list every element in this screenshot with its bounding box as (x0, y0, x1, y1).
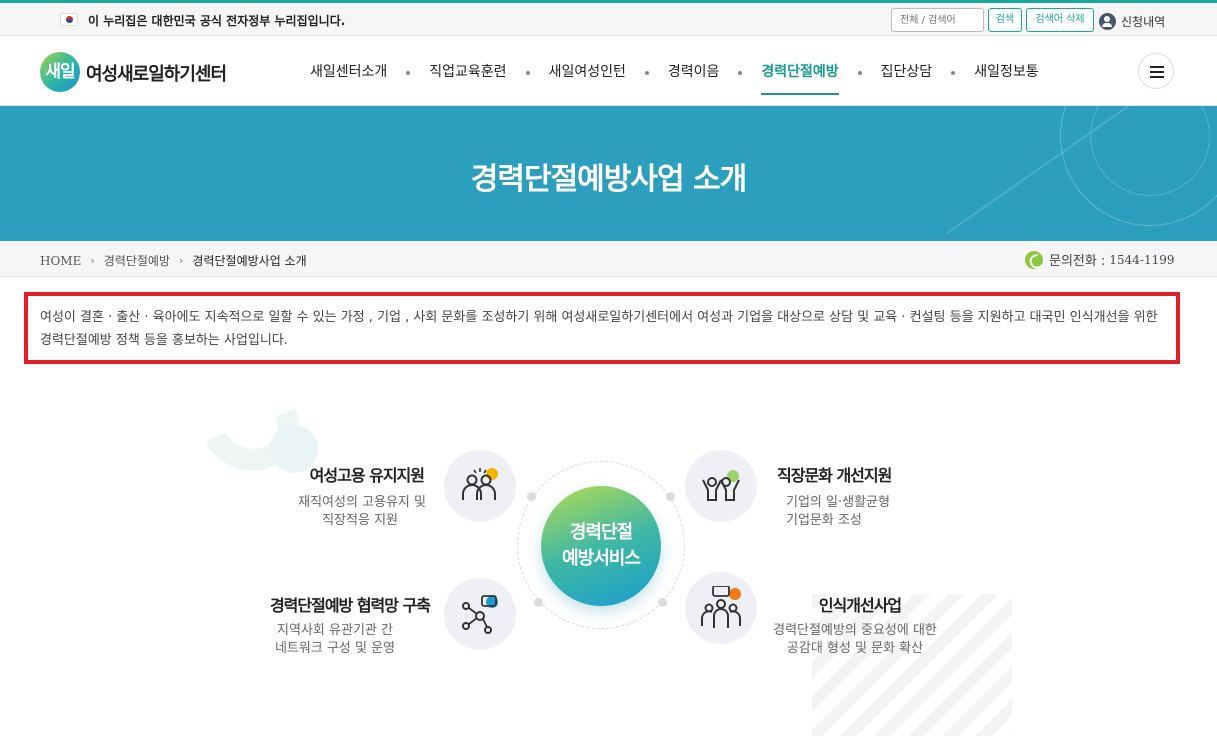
nav-item-vocational-training[interactable]: 직업교육훈련 (429, 61, 506, 81)
employment-support-icon (444, 450, 516, 522)
nav-separator (406, 71, 411, 75)
center-service-circle: 경력단절 예방서비스 (541, 486, 661, 606)
service-desc: 지역사회 유관기관 간 네트워크 구성 및 운영 (255, 622, 415, 658)
service-desc: 경력단절예방의 중요성에 대한 공감대 형성 및 문화 확산 (750, 622, 960, 658)
service-desc-line: 경력단절예방의 중요성에 대한 (773, 623, 937, 638)
workplace-culture-icon (685, 450, 757, 522)
center-line2: 예방서비스 (562, 548, 641, 569)
nav-item-center-intro[interactable]: 새일센터소개 (310, 61, 387, 81)
intro-description: 여성이 결혼 · 출산 · 육아에도 지속적으로 일할 수 있는 가정 , 기업… (24, 292, 1180, 364)
nav-separator (738, 71, 743, 75)
nav-item-career-break-prevention[interactable]: 경력단절예방 (761, 61, 839, 95)
korea-flag-icon (60, 13, 78, 26)
hamburger-icon-bar (1150, 76, 1164, 78)
service-title: 인식개선사업 (818, 596, 902, 615)
chevron-right-icon: › (90, 254, 95, 267)
ring-dot (666, 492, 675, 501)
application-history-label: 신청내역 (1121, 14, 1166, 29)
main-nav: 새일센터소개 직업교육훈련 새일여성인턴 경력이음 경력단절예방 집단상담 새일… (310, 36, 1039, 106)
contact-phone: 문의전화 : 1544-1199 (1025, 250, 1175, 269)
service-desc-line: 네트워크 구성 및 운영 (274, 641, 396, 656)
nav-separator (857, 71, 862, 75)
nav-separator (644, 71, 649, 75)
service-desc-line: 기업의 일·생활균형 (786, 495, 890, 510)
application-history-link[interactable]: 신청내역 (1099, 9, 1165, 33)
breadcrumb-level1[interactable]: 경력단절예방 (104, 252, 170, 269)
breadcrumb-current: 경력단절예방사업 소개 (192, 254, 307, 268)
nav-item-intern[interactable]: 새일여성인턴 (549, 61, 626, 81)
breadcrumb-bar: HOME › 경력단절예방 › 경력단절예방사업 소개 문의전화 : 1544-… (0, 241, 1217, 277)
ring-dot (658, 598, 667, 607)
chevron-right-icon: › (179, 254, 184, 267)
service-desc: 재직여성의 고용유지 및 직장적응 지원 (240, 494, 426, 530)
service-desc-line: 지역사회 유관기관 간 (277, 623, 393, 638)
contact-number: 1544-1199 (1109, 252, 1175, 267)
contact-label: 문의전화 : (1049, 254, 1106, 269)
ring-dot (527, 492, 536, 501)
service-title: 직장문화 개선지원 (777, 466, 892, 485)
user-icon (1099, 12, 1116, 30)
service-desc-line: 직장적응 지원 (322, 513, 398, 528)
ring-dot (534, 598, 543, 607)
hamburger-menu-button[interactable] (1138, 53, 1174, 89)
gov-notice-text: 이 누리집은 대한민국 공식 전자정부 누리집입니다. (88, 14, 346, 28)
search-input[interactable] (891, 8, 984, 32)
breadcrumb-home[interactable]: HOME (40, 254, 81, 268)
center-line1: 경력단절 (569, 522, 633, 543)
service-desc-line: 기업문화 조성 (786, 513, 862, 528)
page-title: 경력단절예방사업 소개 (470, 162, 747, 197)
gov-notice-bar: 이 누리집은 대한민국 공식 전자정부 누리집입니다. 검색 검색어 삭제 신청… (0, 0, 1217, 36)
nav-item-group-counseling[interactable]: 집단상담 (881, 61, 933, 81)
service-desc-line: 재직여성의 고용유지 및 (298, 495, 426, 510)
service-title: 경력단절예방 협력망 구축 (269, 596, 431, 615)
nav-item-career-link[interactable]: 경력이음 (668, 61, 720, 81)
page-banner: 경력단절예방사업 소개 (0, 106, 1217, 241)
breadcrumb: HOME › 경력단절예방 › 경력단절예방사업 소개 (40, 252, 307, 269)
hamburger-icon-bar (1150, 71, 1164, 73)
logo-mark: 새일 (40, 52, 80, 92)
nav-separator (525, 71, 530, 75)
nav-separator (951, 71, 956, 75)
network-icon (444, 578, 516, 650)
site-header: 새일 여성새로일하기센터 새일센터소개 직업교육훈련 새일여성인턴 경력이음 경… (0, 36, 1217, 106)
awareness-campaign-icon (685, 572, 757, 644)
nav-item-info[interactable]: 새일정보통 (974, 61, 1038, 81)
service-desc: 기업의 일·생활균형 기업문화 조성 (786, 494, 890, 530)
service-desc-line: 공감대 형성 및 문화 확산 (786, 641, 924, 656)
hamburger-icon (1150, 66, 1164, 68)
clear-search-button[interactable]: 검색어 삭제 (1026, 8, 1094, 32)
logo-text: 여성새로일하기센터 (86, 64, 227, 85)
phone-icon (1025, 250, 1043, 269)
service-title: 여성고용 유지지원 (309, 466, 425, 485)
search-button[interactable]: 검색 (988, 8, 1022, 32)
